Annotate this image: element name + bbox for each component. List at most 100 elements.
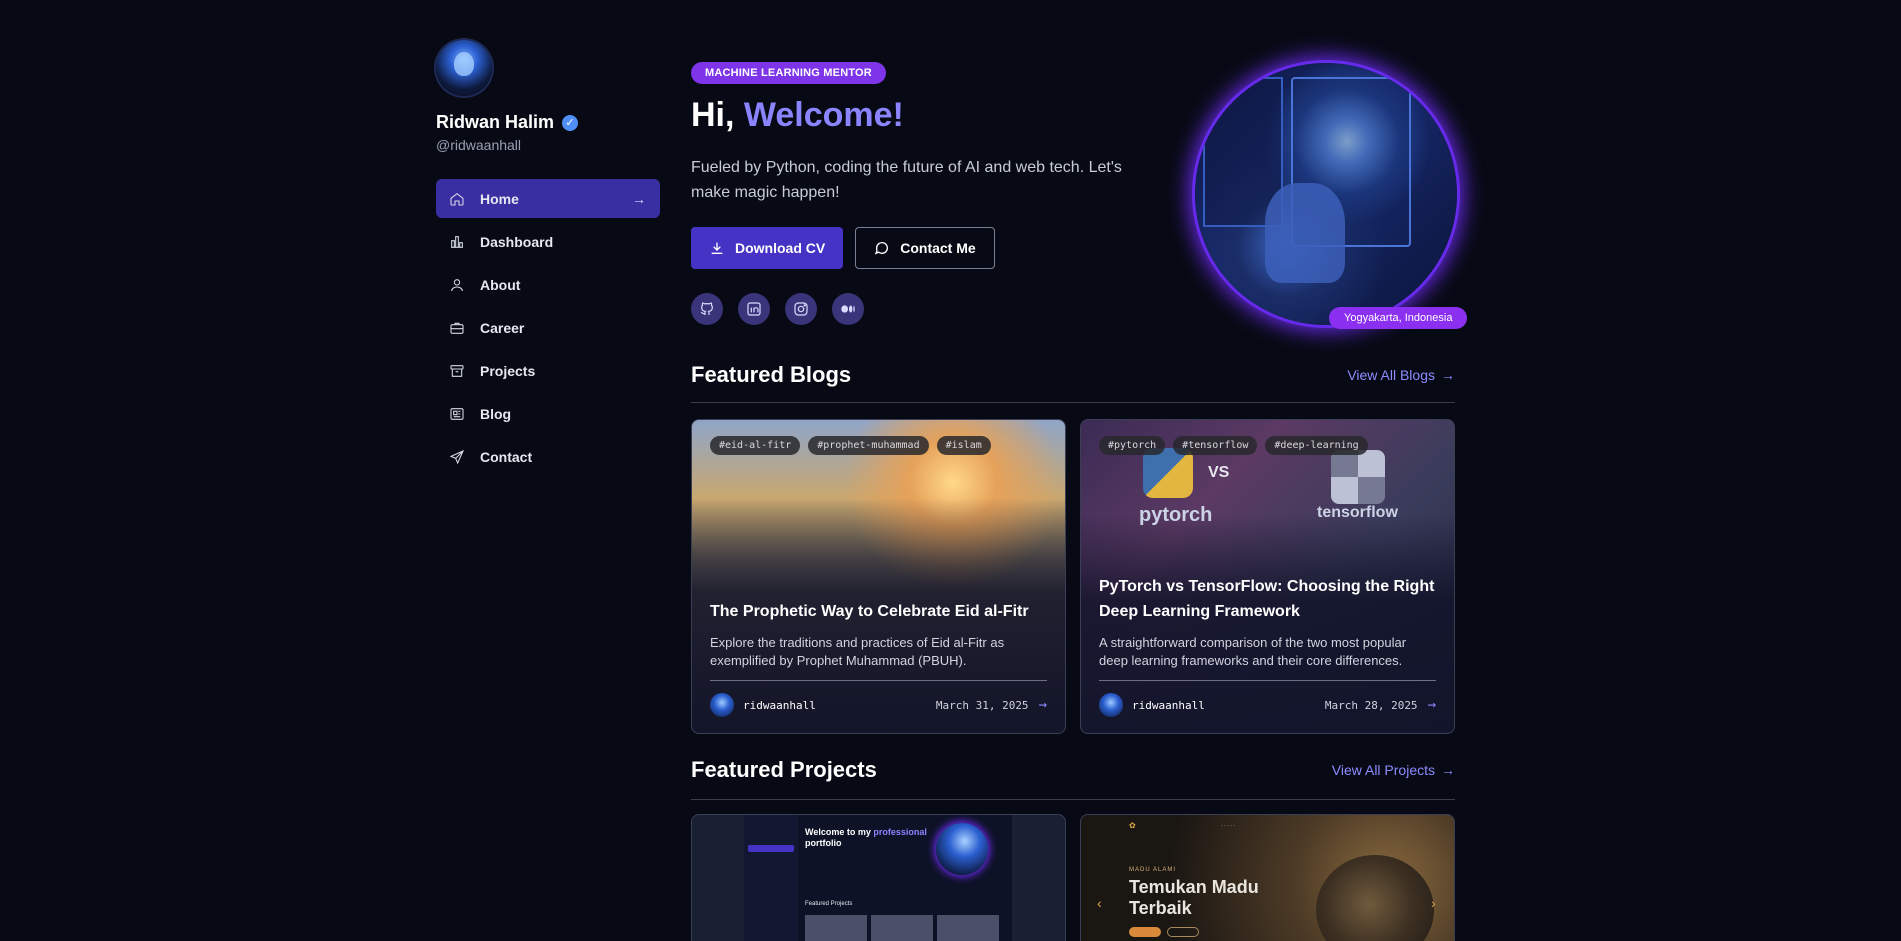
blog-tag[interactable]: #prophet-muhammad xyxy=(808,436,929,455)
blog-tag[interactable]: #eid-al-fitr xyxy=(710,436,801,455)
blog-tags: #eid-al-fitr #prophet-muhammad #islam xyxy=(710,436,991,455)
arrow-right-icon[interactable]: → xyxy=(1039,697,1047,713)
thumbnail-project-image xyxy=(937,915,999,941)
featured-projects-header: Featured Projects View All Projects → xyxy=(691,755,1455,785)
nav-item-blog[interactable]: Blog xyxy=(436,394,660,433)
thumbnail-subtitle: Featured Projects xyxy=(805,901,853,907)
linkedin-link[interactable] xyxy=(738,293,770,325)
section-divider xyxy=(691,799,1455,800)
arrow-right-icon[interactable]: → xyxy=(1428,697,1436,713)
medium-link[interactable] xyxy=(832,293,864,325)
briefcase-icon xyxy=(448,319,466,337)
thumbnail-sidebar xyxy=(744,815,798,941)
blog-author: ridwaanhall xyxy=(710,693,816,717)
user-icon xyxy=(448,276,466,294)
thumbnail-primary-button xyxy=(1129,927,1161,937)
python-logo-icon xyxy=(1143,448,1193,498)
hero-portrait-image xyxy=(1195,63,1457,325)
blog-card-body: PyTorch vs TensorFlow: Choosing the Righ… xyxy=(1099,574,1436,717)
nav-item-dashboard[interactable]: Dashboard xyxy=(436,222,660,261)
home-icon xyxy=(448,190,466,208)
blog-divider xyxy=(1099,680,1436,681)
hero-title-accent: Welcome! xyxy=(743,96,904,134)
profile-avatar[interactable] xyxy=(436,40,492,96)
blog-meta: ridwaanhall March 28, 2025 → xyxy=(1099,693,1436,717)
blog-tag[interactable]: #tensorflow xyxy=(1173,436,1258,455)
nav-item-home[interactable]: Home → xyxy=(436,179,660,218)
blog-card[interactable]: pytorch VS tensorflow #pytorch #tensorfl… xyxy=(1080,419,1455,734)
nav-item-about[interactable]: About xyxy=(436,265,660,304)
nav-item-projects[interactable]: Projects xyxy=(436,351,660,390)
location-badge: Yogyakarta, Indonesia xyxy=(1329,307,1468,329)
view-all-blogs-link[interactable]: View All Blogs → xyxy=(1347,367,1455,383)
thumbnail-eyebrow: MADU ALAMI xyxy=(1129,867,1177,873)
sidebar: Ridwan Halim ✓ @ridwaanhall Home → Dashb… xyxy=(436,40,660,476)
portfolio-screenshot-thumbnail: Welcome to my professional portfolio Fea… xyxy=(744,815,1012,941)
hero-buttons: Download CV Contact Me xyxy=(691,227,1151,269)
blog-title[interactable]: The Prophetic Way to Celebrate Eid al-Fi… xyxy=(710,599,1047,624)
avatar xyxy=(710,693,734,717)
newspaper-icon xyxy=(448,405,466,423)
thumbnail-title-text: portfolio xyxy=(805,838,842,848)
tensorflow-logo-icon xyxy=(1331,450,1385,504)
pytorch-logo-text: pytorch xyxy=(1139,504,1213,526)
author-name: ridwaanhall xyxy=(743,698,816,712)
author-name: ridwaanhall xyxy=(1132,698,1205,712)
arrow-right-icon: → xyxy=(1441,762,1455,778)
thumbnail-title-text: Welcome to my xyxy=(805,827,871,837)
section-divider xyxy=(691,402,1455,403)
instagram-icon xyxy=(794,302,808,316)
thumbnail-project-image xyxy=(805,915,867,941)
blog-card[interactable]: #eid-al-fitr #prophet-muhammad #islam Th… xyxy=(691,419,1066,734)
blog-tag[interactable]: #islam xyxy=(936,436,991,455)
blog-divider xyxy=(710,680,1047,681)
blog-author: ridwaanhall xyxy=(1099,693,1205,717)
github-link[interactable] xyxy=(691,293,723,325)
contact-me-button[interactable]: Contact Me xyxy=(855,227,995,269)
nav-label: Contact xyxy=(480,448,533,465)
featured-projects-title: Featured Projects xyxy=(691,757,877,782)
chevron-left-icon[interactable]: ‹ xyxy=(1097,895,1102,911)
thumbnail-title-accent: professional xyxy=(873,827,927,837)
nav-label: Dashboard xyxy=(480,233,554,250)
blog-date: March 28, 2025 → xyxy=(1325,697,1436,713)
tensorflow-logo-text: tensorflow xyxy=(1317,504,1398,521)
github-icon xyxy=(700,302,713,315)
nav-label: About xyxy=(480,276,521,293)
blog-tag[interactable]: #deep-learning xyxy=(1265,436,1368,455)
featured-blogs-title: Featured Blogs xyxy=(691,362,852,387)
view-all-projects-link[interactable]: View All Projects → xyxy=(1332,762,1455,778)
arrow-right-icon: → xyxy=(1441,367,1455,383)
download-cv-label: Download CV xyxy=(735,240,826,256)
profile-handle: @ridwaanhall xyxy=(436,137,522,153)
project-card[interactable]: Welcome to my professional portfolio Fea… xyxy=(691,814,1066,941)
blog-title[interactable]: PyTorch vs TensorFlow: Choosing the Righ… xyxy=(1099,574,1436,624)
chevron-right-icon[interactable]: › xyxy=(1431,895,1436,911)
blog-tag[interactable]: #pytorch xyxy=(1099,436,1166,455)
send-icon xyxy=(448,448,466,466)
nav-item-career[interactable]: Career xyxy=(436,308,660,347)
thumbnail-title: Temukan Madu Terbaik xyxy=(1129,877,1259,918)
nav-item-contact[interactable]: Contact xyxy=(436,437,660,476)
vs-text: VS xyxy=(1208,464,1230,481)
date-text: March 31, 2025 xyxy=(935,698,1029,712)
thumbnail-secondary-button xyxy=(1167,927,1199,937)
medium-icon xyxy=(841,305,855,313)
featured-blogs-header: Featured Blogs View All Blogs → xyxy=(691,360,1455,390)
chart-icon xyxy=(448,233,466,251)
nav-label: Projects xyxy=(480,362,536,379)
thumbnail-nav: · · · · · xyxy=(1221,823,1235,829)
project-card[interactable]: ✿ · · · · · MADU ALAMI Temukan Madu Terb… xyxy=(1080,814,1455,941)
blog-tags: #pytorch #tensorflow #deep-learning xyxy=(1099,436,1368,455)
view-all-blogs-label: View All Blogs xyxy=(1347,367,1435,383)
instagram-link[interactable] xyxy=(785,293,817,325)
hero-title: Hi, Welcome! xyxy=(691,96,1151,135)
nav-label: Blog xyxy=(480,405,512,422)
view-all-projects-label: View All Projects xyxy=(1331,762,1435,778)
nav-label: Career xyxy=(480,319,525,336)
download-cv-button[interactable]: Download CV xyxy=(691,227,844,269)
blog-excerpt: A straightforward comparison of the two … xyxy=(1099,635,1407,668)
thumbnail-active-item xyxy=(748,845,794,852)
blog-card-body: The Prophetic Way to Celebrate Eid al-Fi… xyxy=(710,599,1047,717)
main-nav: Home → Dashboard About Career Projects B… xyxy=(436,179,660,476)
